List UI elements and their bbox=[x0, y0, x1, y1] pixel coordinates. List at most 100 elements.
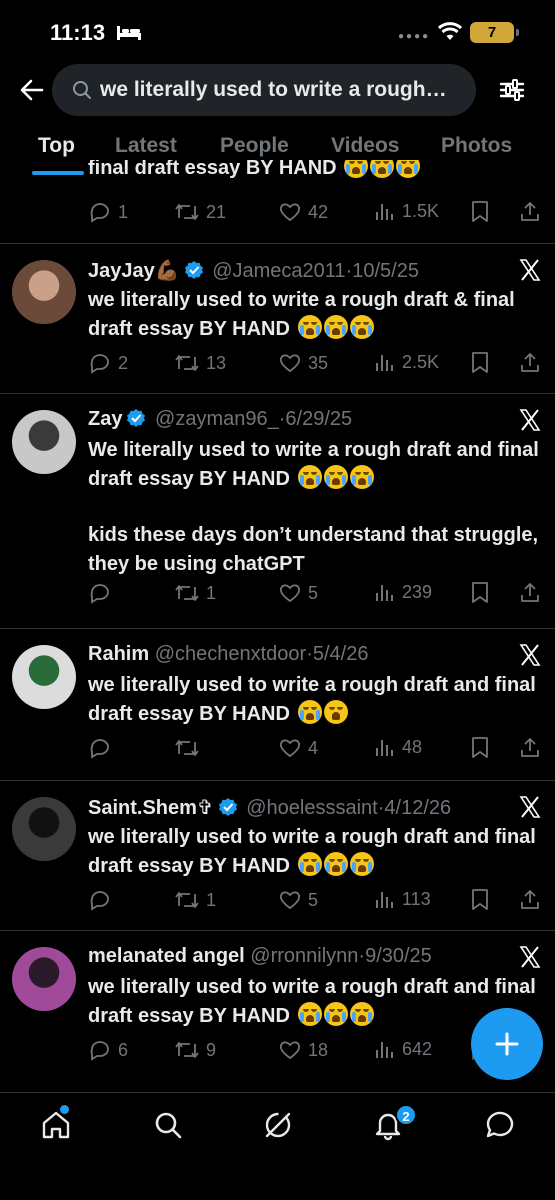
battery-indicator: 7 bbox=[470, 22, 519, 43]
loudly-crying-emoji bbox=[344, 160, 369, 178]
display-name[interactable]: melanated angel bbox=[88, 945, 245, 967]
handle[interactable]: @hoelesssaint bbox=[246, 797, 377, 819]
display-name-suffix: 💪🏾 bbox=[154, 260, 180, 282]
messages-icon[interactable] bbox=[484, 1109, 516, 1141]
repost-button[interactable]: 21 bbox=[174, 200, 226, 224]
search-query: we literally used to write a rough… bbox=[100, 78, 447, 101]
views-button[interactable]: 48 bbox=[374, 736, 422, 758]
filter-sliders-icon[interactable] bbox=[498, 76, 526, 104]
handle[interactable]: @zayman96_ bbox=[155, 408, 279, 430]
handle[interactable]: @Jameca2011 bbox=[212, 260, 345, 282]
handle[interactable]: @chechenxtdoor bbox=[155, 643, 307, 665]
display-name[interactable]: Rahim bbox=[88, 643, 149, 665]
tab-people[interactable]: People bbox=[220, 134, 289, 158]
avatar[interactable] bbox=[12, 797, 76, 861]
views-button[interactable]: 239 bbox=[374, 581, 432, 603]
loudly-crying-emoji bbox=[323, 464, 348, 489]
like-button[interactable]: 42 bbox=[278, 200, 328, 224]
bookmark-icon bbox=[472, 201, 488, 222]
back-arrow-icon[interactable] bbox=[18, 76, 46, 104]
repost-button[interactable]: 1 bbox=[174, 888, 216, 912]
reply-button[interactable] bbox=[88, 888, 118, 912]
repost-button[interactable]: 9 bbox=[174, 1038, 216, 1062]
bookmark-button[interactable] bbox=[470, 736, 496, 760]
repost-button[interactable] bbox=[174, 736, 206, 760]
share-button[interactable] bbox=[518, 200, 548, 224]
share-button[interactable] bbox=[518, 581, 548, 605]
display-name[interactable]: JayJay bbox=[88, 260, 155, 282]
share-button[interactable] bbox=[518, 351, 548, 375]
views-button[interactable]: 1.5K bbox=[374, 200, 439, 222]
tab-photos[interactable]: Photos bbox=[441, 134, 512, 158]
views-button[interactable]: 113 bbox=[374, 888, 431, 910]
bookmark-button[interactable] bbox=[470, 888, 496, 912]
tweet-actions: 4 48 bbox=[88, 736, 543, 766]
tweet-header: Zay @zayman96_·6/29/25 bbox=[88, 408, 353, 430]
bookmark-icon bbox=[472, 737, 488, 758]
tab-videos[interactable]: Videos bbox=[331, 134, 399, 158]
search-input[interactable]: we literally used to write a rough… bbox=[52, 64, 476, 116]
bookmark-button[interactable] bbox=[470, 200, 496, 224]
share-button[interactable] bbox=[518, 736, 548, 760]
tweet[interactable]: JayJay💪🏾 @Jameca2011·10/5/25 we literall… bbox=[0, 243, 555, 393]
status-bar: 11:13 ●●●● 7 bbox=[0, 0, 555, 62]
loudly-crying-emoji bbox=[297, 314, 322, 339]
avatar[interactable] bbox=[12, 260, 76, 324]
display-name[interactable]: Saint.Shem bbox=[88, 797, 197, 819]
x-logo-icon bbox=[519, 259, 541, 281]
tab-top[interactable]: Top bbox=[38, 134, 75, 158]
reply-button[interactable]: 2 bbox=[88, 351, 128, 375]
loudly-crying-emoji bbox=[297, 464, 322, 489]
tweet[interactable]: Zay @zayman96_·6/29/25 We literally used… bbox=[0, 393, 555, 628]
reply-button[interactable]: 1 bbox=[88, 200, 128, 224]
home-unread-dot bbox=[60, 1105, 69, 1114]
avatar[interactable] bbox=[12, 410, 76, 474]
bookmark-button[interactable] bbox=[470, 351, 496, 375]
loudly-crying-emoji bbox=[323, 851, 348, 876]
tweet-actions: 1 5 113 bbox=[88, 888, 543, 918]
plus-icon bbox=[495, 1032, 519, 1056]
repost-button[interactable]: 13 bbox=[174, 351, 226, 375]
home-icon[interactable] bbox=[40, 1109, 72, 1141]
tab-latest[interactable]: Latest bbox=[115, 134, 177, 158]
post-date: 10/5/25 bbox=[352, 260, 419, 282]
repost-icon bbox=[175, 892, 199, 908]
reply-icon bbox=[90, 1041, 109, 1061]
handle[interactable]: @rronnilynn bbox=[250, 945, 358, 967]
reply-button[interactable]: 6 bbox=[88, 1038, 128, 1062]
views-chart-icon bbox=[376, 204, 393, 220]
x-logo-icon bbox=[519, 409, 541, 431]
tweet[interactable]: Rahim @chechenxtdoor·5/4/26 we literally… bbox=[0, 628, 555, 780]
repost-button[interactable]: 1 bbox=[174, 581, 216, 605]
loudly-crying-emoji bbox=[297, 1001, 322, 1026]
loudly-crying-emoji bbox=[349, 314, 374, 339]
like-button[interactable]: 5 bbox=[278, 888, 318, 912]
tweet-text: final draft essay BY HAND bbox=[88, 160, 421, 182]
bookmark-button[interactable] bbox=[470, 581, 496, 605]
heart-icon bbox=[279, 891, 301, 910]
display-name[interactable]: Zay bbox=[88, 408, 122, 430]
reply-icon bbox=[90, 584, 109, 604]
search-nav-icon[interactable] bbox=[152, 1109, 184, 1141]
bookmark-icon bbox=[472, 889, 488, 910]
reply-button[interactable] bbox=[88, 736, 118, 760]
display-name-suffix: ✞ bbox=[196, 797, 214, 819]
share-button[interactable] bbox=[518, 888, 548, 912]
views-button[interactable]: 642 bbox=[374, 1038, 432, 1060]
views-button[interactable]: 2.5K bbox=[374, 351, 439, 373]
like-button[interactable]: 4 bbox=[278, 736, 318, 760]
tweet-partial[interactable]: final draft essay BY HAND 1 21 42 1.5K bbox=[0, 160, 555, 244]
compose-post-button[interactable] bbox=[471, 1008, 543, 1080]
tweet[interactable]: Saint.Shem✞ @hoelesssaint·4/12/26 we lit… bbox=[0, 780, 555, 930]
reply-button[interactable] bbox=[88, 581, 118, 605]
like-button[interactable]: 35 bbox=[278, 351, 328, 375]
tweet-text: we literally used to write a rough draft… bbox=[88, 674, 536, 725]
avatar[interactable] bbox=[12, 645, 76, 709]
sleep-focus-icon bbox=[117, 26, 141, 40]
avatar[interactable] bbox=[12, 947, 76, 1011]
like-button[interactable]: 18 bbox=[278, 1038, 328, 1062]
tweet[interactable]: melanated angel @rronnilynn·9/30/25 we l… bbox=[0, 930, 555, 1090]
search-icon bbox=[73, 81, 91, 99]
grok-icon[interactable] bbox=[262, 1109, 294, 1141]
like-button[interactable]: 5 bbox=[278, 581, 318, 605]
